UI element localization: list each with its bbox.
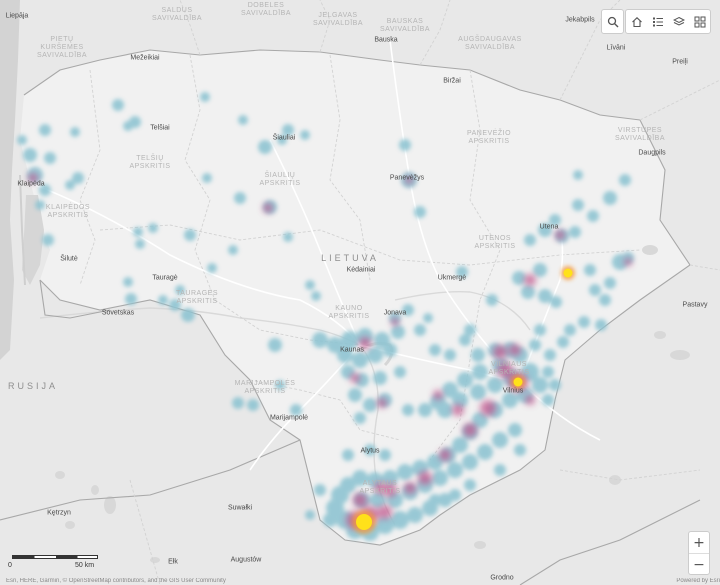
powered-by-esri[interactable]: Powered by Esri <box>676 578 720 585</box>
attribution: Esri, HERE, Garmin, © OpenStreetMap cont… <box>0 578 720 585</box>
scale-bar-graphic <box>12 555 98 559</box>
basemap-gallery-icon <box>694 16 705 27</box>
map-canvas <box>0 0 720 585</box>
legend-icon <box>652 17 663 26</box>
map-view[interactable]: LIETUVA RUSIJA KLAIPĖDOS APSKRITIS TELŠI… <box>0 0 720 585</box>
search-icon <box>607 16 618 27</box>
zoom-in-button[interactable]: + <box>689 532 709 553</box>
basemap-gallery-button[interactable] <box>689 10 710 33</box>
map-toolbar <box>625 9 711 34</box>
legend-button[interactable] <box>647 10 668 33</box>
scale-label-zero: 0 <box>8 562 12 569</box>
zoom-out-button[interactable]: − <box>689 553 709 575</box>
scale-label-distance: 50 km <box>75 562 95 569</box>
layers-icon <box>672 16 685 26</box>
home-button[interactable] <box>626 10 647 33</box>
attribution-text: Esri, HERE, Garmin, © OpenStreetMap cont… <box>6 578 226 584</box>
zoom-control: + − <box>688 531 710 575</box>
layers-button[interactable] <box>668 10 689 33</box>
scale-bar: 0 50 km <box>8 554 100 576</box>
home-icon <box>631 16 642 27</box>
search-button[interactable] <box>601 9 624 34</box>
